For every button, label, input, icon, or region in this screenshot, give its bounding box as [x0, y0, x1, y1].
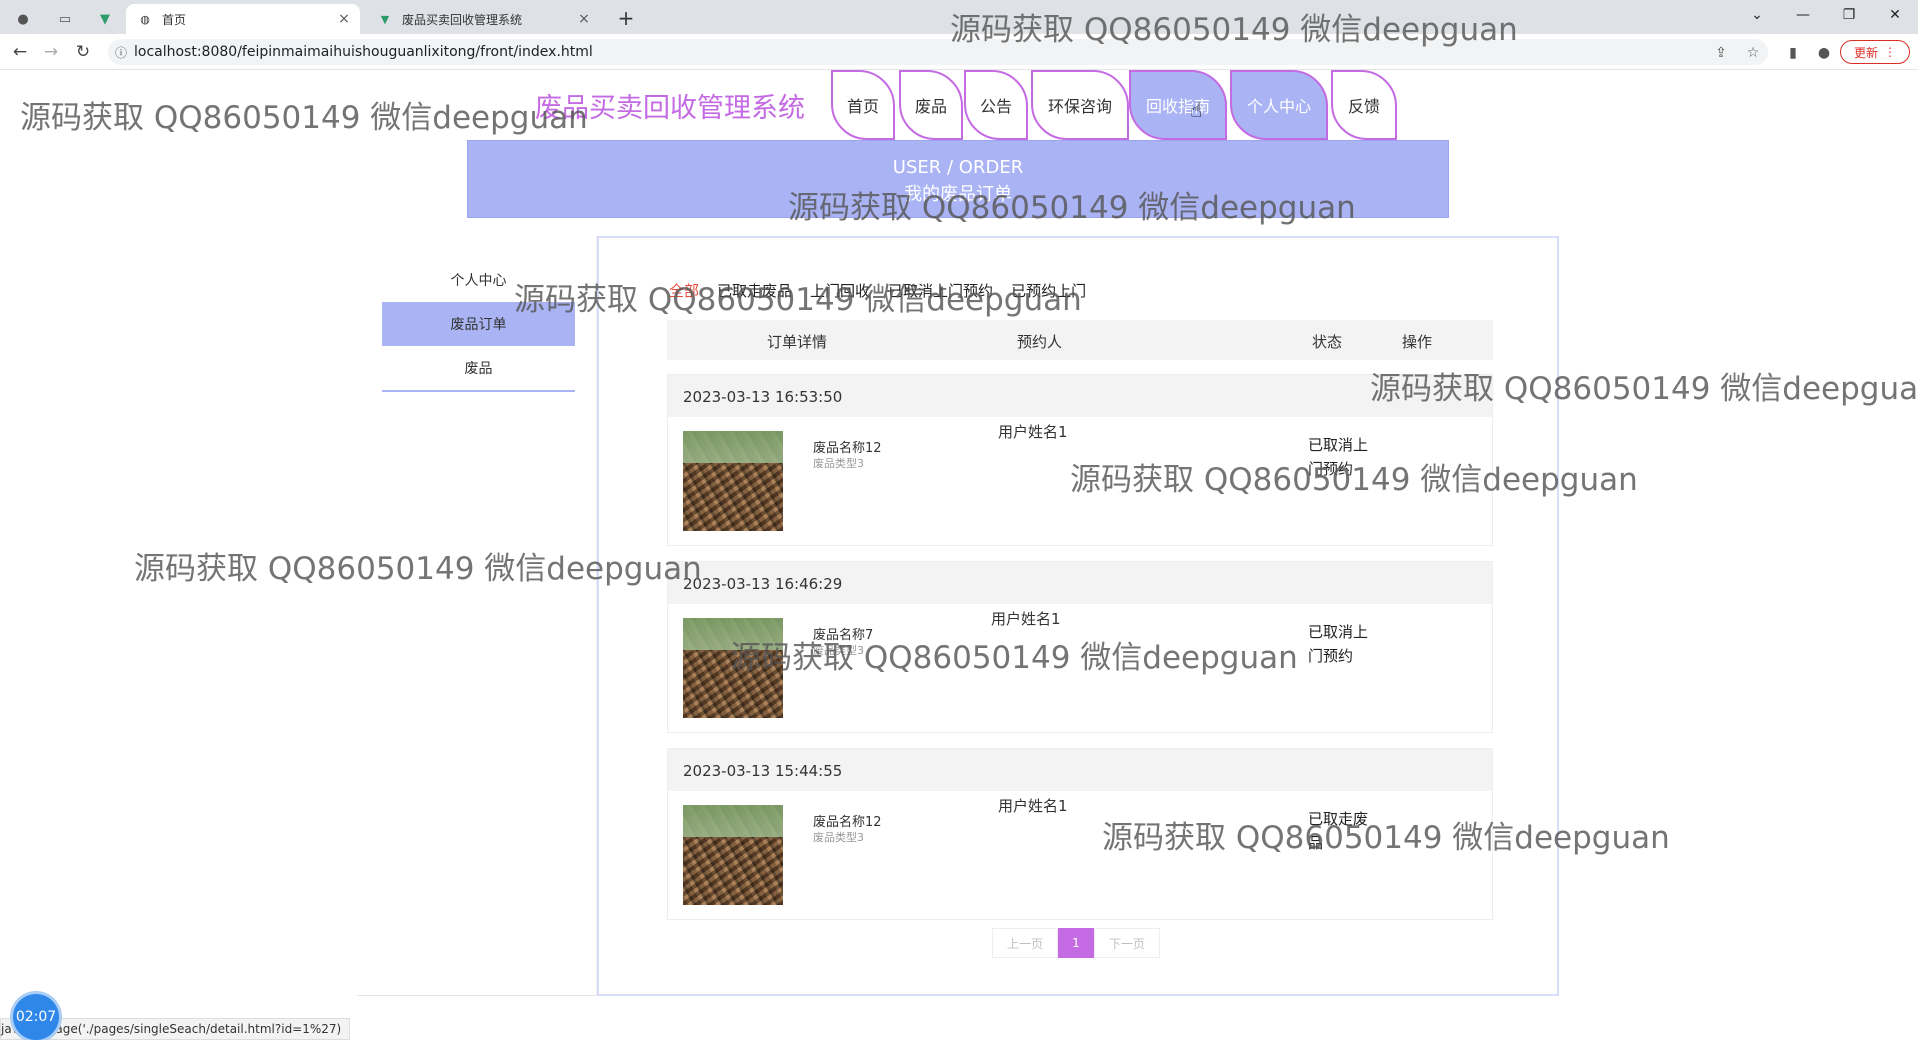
- vue-icon: ▼: [380, 12, 390, 26]
- filter-taken[interactable]: 已取走废品: [717, 280, 792, 301]
- site-info-icon[interactable]: ⓘ: [108, 44, 134, 61]
- share-icon[interactable]: ⇪: [1710, 42, 1732, 64]
- nav-waste[interactable]: 废品: [899, 70, 963, 140]
- restore-icon[interactable]: ❐: [1826, 0, 1872, 30]
- profile-icon[interactable]: ●: [1813, 42, 1835, 64]
- url-field[interactable]: ⓘ localhost:8080/feipinmaimaihuishouguan…: [108, 39, 1768, 65]
- waste-type: 废品类型3: [813, 457, 864, 470]
- update-label: 更新: [1853, 45, 1878, 60]
- order-time: 2023-03-13 15:44:55: [668, 749, 1492, 791]
- nav-eco-consult[interactable]: 环保咨询: [1031, 70, 1129, 140]
- order-card[interactable]: 2023-03-13 16:46:29 废品名称7 废品类型3 用户姓名1 已取…: [667, 561, 1493, 733]
- order-card[interactable]: 2023-03-13 16:53:50 废品名称12 废品类型3 用户姓名1 已…: [667, 374, 1493, 546]
- waste-image[interactable]: [683, 431, 783, 531]
- status-filter-tabs: 全部 已取走废品 上门回收 已取消上门预约 已预约上门: [669, 280, 1086, 301]
- pagination: 上一页 1 下一页: [992, 928, 1160, 958]
- orders-table-header: 订单详情 预约人 状态 操作: [667, 320, 1493, 360]
- nav-user-center[interactable]: 个人中心: [1230, 70, 1328, 140]
- sidebar-item-waste-orders[interactable]: 废品订单: [382, 302, 575, 346]
- waste-name: 废品名称12: [813, 441, 882, 456]
- booker-name: 用户姓名1: [998, 797, 1068, 815]
- mouse-cursor-icon: ☝: [1190, 98, 1203, 122]
- blank-page-icon: ▭: [58, 11, 72, 27]
- github-icon: ●: [17, 11, 29, 27]
- header-booker: 预约人: [1017, 333, 1063, 351]
- nav-home[interactable]: 首页: [831, 70, 895, 140]
- reload-icon[interactable]: ↻: [71, 40, 95, 64]
- vue-icon: ▼: [100, 11, 110, 27]
- filter-cancelled[interactable]: 已取消上门预约: [888, 280, 993, 301]
- waste-image[interactable]: [683, 618, 783, 718]
- sidebar-divider: [382, 390, 575, 392]
- globe-icon: ◍: [140, 12, 150, 26]
- waste-name: 废品名称7: [813, 628, 874, 643]
- header-order-detail: 订单详情: [767, 333, 828, 351]
- watermark: 源码获取 QQ86050149 微信deepguan: [20, 100, 588, 136]
- nav-notice[interactable]: 公告: [964, 70, 1028, 140]
- page-banner: USER / ORDER 我的废品订单: [467, 140, 1449, 218]
- bookmark-star-icon[interactable]: ☆: [1742, 42, 1764, 64]
- side-panel-icon[interactable]: ▮: [1782, 42, 1804, 64]
- nav-recycle-guide[interactable]: 回收指南: [1129, 70, 1227, 140]
- nav-feedback[interactable]: 反馈: [1331, 70, 1397, 140]
- header-action: 操作: [1402, 333, 1433, 351]
- new-tab-button[interactable]: +: [612, 4, 640, 32]
- booker-name: 用户姓名1: [998, 423, 1068, 441]
- pinned-tab-vue[interactable]: ▼: [88, 4, 122, 34]
- tab-search-icon[interactable]: ⌄: [1734, 0, 1780, 30]
- page-1-button[interactable]: 1: [1058, 928, 1094, 958]
- update-button[interactable]: 更新 ⋮: [1840, 40, 1910, 64]
- more-menu-icon: ⋮: [1884, 45, 1896, 59]
- back-icon[interactable]: ←: [8, 40, 32, 64]
- prev-page-button[interactable]: 上一页: [992, 928, 1058, 958]
- browser-tab-home[interactable]: ◍ 首页 ×: [126, 4, 360, 34]
- window-close-icon[interactable]: ✕: [1872, 0, 1918, 30]
- site-title: 废品买卖回收管理系统: [535, 93, 805, 124]
- browser-tab-bar: ● ▭ ▼ ◍ 首页 × ▼ 废品买卖回收管理系统 × + ⌄ — ❐ ✕: [0, 0, 1918, 34]
- tab-title: 首页: [162, 12, 187, 27]
- close-tab-icon[interactable]: ×: [334, 11, 354, 27]
- filter-booked[interactable]: 已预约上门: [1011, 280, 1086, 301]
- waste-image[interactable]: [683, 805, 783, 905]
- pinned-tab-blank[interactable]: ▭: [48, 4, 82, 34]
- order-status: 已取消上门预约: [1308, 436, 1369, 478]
- order-status: 已取走废品: [1308, 810, 1369, 852]
- waste-name: 废品名称12: [813, 815, 882, 830]
- filter-all[interactable]: 全部: [669, 280, 699, 301]
- recording-timer: 02:07: [13, 994, 59, 1040]
- pinned-tab-github[interactable]: ●: [6, 4, 40, 34]
- waste-type: 废品类型3: [813, 644, 864, 657]
- filter-door-recycle[interactable]: 上门回收: [810, 280, 870, 301]
- sidebar: 个人中心 废品订单 废品: [357, 236, 597, 996]
- url-text: localhost:8080/feipinmaimaihuishouguanli…: [134, 44, 593, 60]
- waste-type: 废品类型3: [813, 831, 864, 844]
- header-status: 状态: [1312, 333, 1343, 351]
- order-time: 2023-03-13 16:53:50: [668, 375, 1492, 417]
- close-tab-icon[interactable]: ×: [574, 11, 594, 27]
- browser-tab-system[interactable]: ▼ 废品买卖回收管理系统 ×: [366, 4, 600, 34]
- tab-title: 废品买卖回收管理系统: [402, 12, 523, 27]
- order-card[interactable]: 2023-03-13 15:44:55 废品名称12 废品类型3 用户姓名1 已…: [667, 748, 1493, 920]
- address-bar-row: ← → ↻ ⓘ localhost:8080/feipinmaimaihuish…: [0, 34, 1918, 70]
- banner-chinese: 我的废品订单: [904, 184, 1012, 205]
- banner-english: USER / ORDER: [892, 157, 1024, 178]
- order-status: 已取消上门预约: [1308, 623, 1369, 665]
- forward-icon[interactable]: →: [39, 40, 63, 64]
- order-time: 2023-03-13 16:46:29: [668, 562, 1492, 604]
- booker-name: 用户姓名1: [991, 610, 1061, 628]
- next-page-button[interactable]: 下一页: [1094, 928, 1160, 958]
- minimize-icon[interactable]: —: [1780, 0, 1826, 30]
- sidebar-item-waste[interactable]: 废品: [382, 346, 575, 390]
- orders-panel: 全部 已取走废品 上门回收 已取消上门预约 已预约上门 订单详情 预约人 状态 …: [597, 236, 1559, 996]
- sidebar-item-user-center[interactable]: 个人中心: [382, 258, 575, 302]
